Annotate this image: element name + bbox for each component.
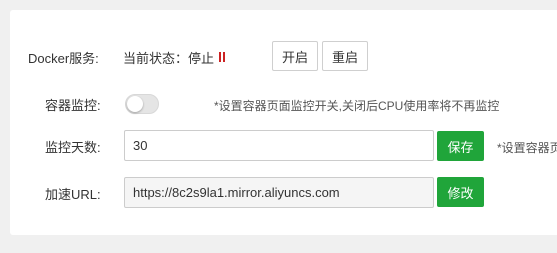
- docker-service-row: Docker服务: 当前状态：停止: [28, 42, 226, 72]
- mirror-url-row: 加速URL:: [45, 182, 101, 204]
- monitor-days-input[interactable]: 30: [124, 130, 434, 161]
- docker-service-label: Docker服务:: [28, 50, 99, 66]
- stopped-status-icon: [219, 52, 226, 62]
- container-monitor-row: 容器监控:: [45, 92, 101, 116]
- toggle-knob: [127, 96, 143, 112]
- container-monitor-hint: *设置容器页面监控开关,关闭后CPU使用率将不再监控: [214, 99, 500, 113]
- modify-button[interactable]: 修改: [437, 177, 484, 207]
- monitor-days-row: 监控天数:: [45, 135, 101, 157]
- container-monitor-label: 容器监控:: [45, 97, 101, 113]
- monitor-days-hint: *设置容器页: [497, 141, 557, 155]
- save-button[interactable]: 保存: [437, 131, 484, 161]
- docker-status-text: 当前状态：停止: [123, 50, 215, 66]
- container-monitor-toggle[interactable]: [125, 94, 159, 114]
- monitor-days-label: 监控天数:: [45, 139, 101, 155]
- mirror-url-input[interactable]: https://8c2s9la1.mirror.aliyuncs.com: [124, 177, 434, 208]
- start-button[interactable]: 开启: [272, 41, 318, 71]
- restart-button[interactable]: 重启: [322, 41, 368, 71]
- mirror-url-label: 加速URL:: [45, 186, 101, 202]
